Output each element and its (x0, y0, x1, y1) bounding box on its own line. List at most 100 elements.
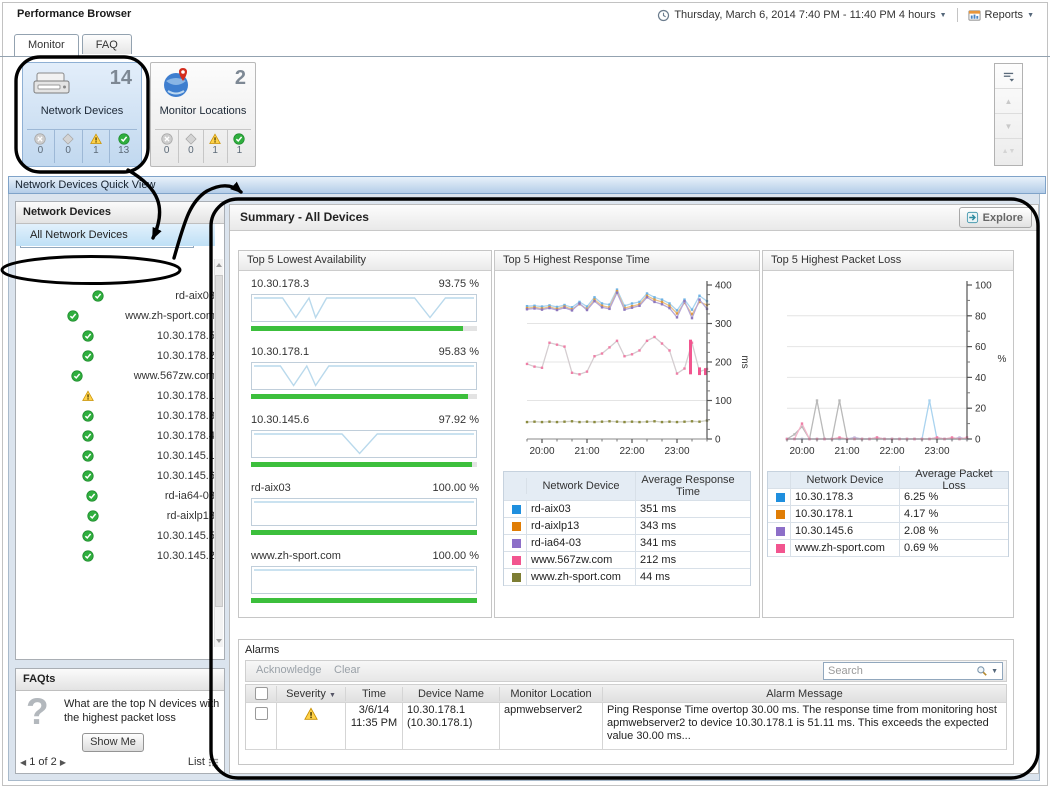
tile-monitor-locations[interactable]: 2 Monitor Locations 0 0 1 1 (150, 62, 256, 167)
availability-row[interactable]: 10.30.178.195.83 % (239, 343, 491, 411)
table-row[interactable]: 10.30.178.1 4.17 % (768, 506, 1008, 523)
timerange-control[interactable]: Thursday, March 6, 2014 7:40 PM - 11:40 … (657, 9, 946, 22)
pager-next-icon[interactable]: ▶ (60, 758, 66, 767)
scrollbar[interactable] (214, 259, 223, 647)
device-list-item[interactable]: 10.30.145.6 (16, 466, 215, 486)
pager-prev-icon[interactable]: ◀ (20, 758, 26, 767)
availability-row[interactable]: 10.30.178.393.75 % (239, 275, 491, 343)
alarms-toolbar: Acknowledge Clear ▼ (245, 660, 1007, 682)
status-normal-icon (82, 470, 94, 482)
svg-text:20: 20 (975, 404, 987, 415)
device-list-item[interactable]: rd-ia64-03 (16, 486, 215, 506)
acknowledge-button[interactable]: Acknowledge (256, 664, 321, 676)
status-warning-cell[interactable]: 1 (82, 130, 110, 163)
column-monitor-location[interactable]: Monitor Location (500, 687, 603, 701)
availability-bar-track (251, 462, 477, 467)
device-list-item[interactable]: 10.30.145.5 (16, 526, 215, 546)
fatal-icon (34, 133, 46, 145)
search-options-caret-icon[interactable]: ▼ (988, 668, 1002, 675)
table-row[interactable]: rd-aixlp13 343 ms (504, 518, 750, 535)
scroll-up-icon[interactable] (216, 263, 222, 267)
svg-text:22:00: 22:00 (619, 446, 644, 457)
availability-value: 100.00 % (433, 550, 479, 562)
tab-monitor[interactable]: Monitor (14, 34, 79, 56)
device-list-item[interactable]: 10.30.178.4 (16, 426, 215, 446)
sort-menu-button[interactable] (995, 64, 1022, 89)
column-severity[interactable]: Severity ▼ (277, 687, 346, 701)
svg-text:ms: ms (739, 355, 750, 368)
tab-faq[interactable]: FAQ (82, 34, 132, 54)
packet-loss-chart: 02040608010020:0021:0022:0023:00% (763, 275, 1011, 465)
availability-bar (251, 326, 463, 331)
device-list-item[interactable]: www.zh-sport.com (16, 306, 215, 326)
normal-icon (118, 133, 130, 145)
status-fatal-cell[interactable]: 0 (155, 130, 178, 163)
availability-row[interactable]: www.zh-sport.com100.00 % (239, 547, 491, 615)
explore-button[interactable]: Explore (959, 207, 1032, 228)
column-value[interactable]: Average Response Time (635, 472, 740, 500)
device-list-item[interactable]: rd-aixlp13 (16, 506, 215, 526)
sidebar-item-all-network-devices[interactable]: All Network Devices (16, 224, 215, 246)
device-list-item[interactable]: www.567zw.com (16, 366, 215, 386)
device-list-item[interactable]: 10.30.178.2 (16, 346, 215, 366)
device-list-item[interactable]: 10.30.178.3 (16, 406, 215, 426)
column-device[interactable]: Network Device (526, 478, 635, 494)
scroll-up-button[interactable]: ▲ (995, 89, 1022, 114)
availability-row[interactable]: 10.30.145.697.92 % (239, 411, 491, 479)
status-normal-cell[interactable]: 13 (109, 130, 137, 163)
faqts-list-toggle[interactable]: List (188, 756, 219, 768)
summary-panel: Summary - All Devices Explore Top 5 Lowe… (229, 204, 1039, 774)
table-row[interactable]: 10.30.145.6 2.08 % (768, 523, 1008, 540)
table-row[interactable]: www.zh-sport.com 0.69 % (768, 540, 1008, 557)
column-time[interactable]: Time (346, 687, 403, 701)
reports-menu[interactable]: Reports ▼ (968, 9, 1034, 22)
series-swatch (512, 556, 521, 565)
scroll-down-button[interactable]: ▼ (995, 114, 1022, 139)
scroll-down-icon[interactable] (216, 639, 222, 643)
table-row[interactable]: rd-ia64-03 341 ms (504, 535, 750, 552)
warning-icon (209, 133, 221, 145)
alarms-search-input[interactable] (824, 664, 976, 678)
show-me-button[interactable]: Show Me (82, 733, 144, 752)
scrollbar-thumb[interactable] (215, 275, 223, 607)
device-list-item[interactable]: 10.30.145.1 (16, 446, 215, 466)
device-panel-header: Network Devices (16, 202, 224, 224)
alarms-table: Severity ▼ Time Device Name Monitor Loca… (245, 684, 1007, 750)
availability-sparkline (251, 294, 477, 322)
svg-text:100: 100 (975, 281, 992, 292)
table-row[interactable]: www.567zw.com 212 ms (504, 552, 750, 569)
availability-row[interactable]: rd-aix03100.00 % (239, 479, 491, 547)
column-device-name[interactable]: Device Name (403, 687, 500, 701)
select-all-checkbox[interactable] (255, 687, 268, 700)
status-normal-cell[interactable]: 1 (227, 130, 251, 163)
device-list-item[interactable]: 10.30.178.1 (16, 386, 215, 406)
status-unknown-cell[interactable]: 0 (178, 130, 202, 163)
table-row[interactable]: www.zh-sport.com 44 ms (504, 569, 750, 586)
table-row[interactable]: rd-aix03 351 ms (504, 501, 750, 518)
value-cell: 4.17 % (899, 506, 1008, 522)
column-alarm-message[interactable]: Alarm Message (603, 687, 1006, 701)
svg-text:100: 100 (715, 396, 732, 407)
faqts-question[interactable]: What are the top N devices with the high… (64, 697, 220, 725)
tile-label: Network Devices (23, 105, 141, 117)
clear-button[interactable]: Clear (334, 664, 360, 676)
availability-sparkline (251, 362, 477, 390)
status-fatal-cell[interactable]: 0 (27, 130, 54, 163)
alarm-row[interactable]: 3/6/14 11:35 PM 10.30.178.1 (10.30.178.1… (246, 703, 1006, 750)
packetloss-table: Network Device Average Packet Loss 10.30… (767, 471, 1009, 557)
search-icon[interactable] (976, 665, 988, 677)
tile-network-devices[interactable]: 14 Network Devices 0 0 1 13 (22, 62, 142, 167)
device-list-item[interactable]: 10.30.178.5 (16, 326, 215, 346)
collapse-button[interactable]: ▲▼ (995, 139, 1022, 163)
table-row[interactable]: 10.30.178.3 6.25 % (768, 489, 1008, 506)
status-warning-cell[interactable]: 1 (203, 130, 227, 163)
question-mark-icon: ? (26, 691, 49, 733)
device-list-item[interactable]: rd-aix03 (16, 286, 215, 306)
column-device[interactable]: Network Device (790, 472, 899, 488)
status-unknown-cell[interactable]: 0 (54, 130, 82, 163)
alarm-select-checkbox[interactable] (255, 707, 268, 720)
device-name: 10.30.178.3 (251, 278, 309, 290)
alarm-location-cell: apmwebserver2 (500, 703, 603, 749)
packet-loss-card: Top 5 Highest Packet Loss 02040608010020… (762, 250, 1014, 618)
device-list-item[interactable]: 10.30.145.2 (16, 546, 215, 566)
